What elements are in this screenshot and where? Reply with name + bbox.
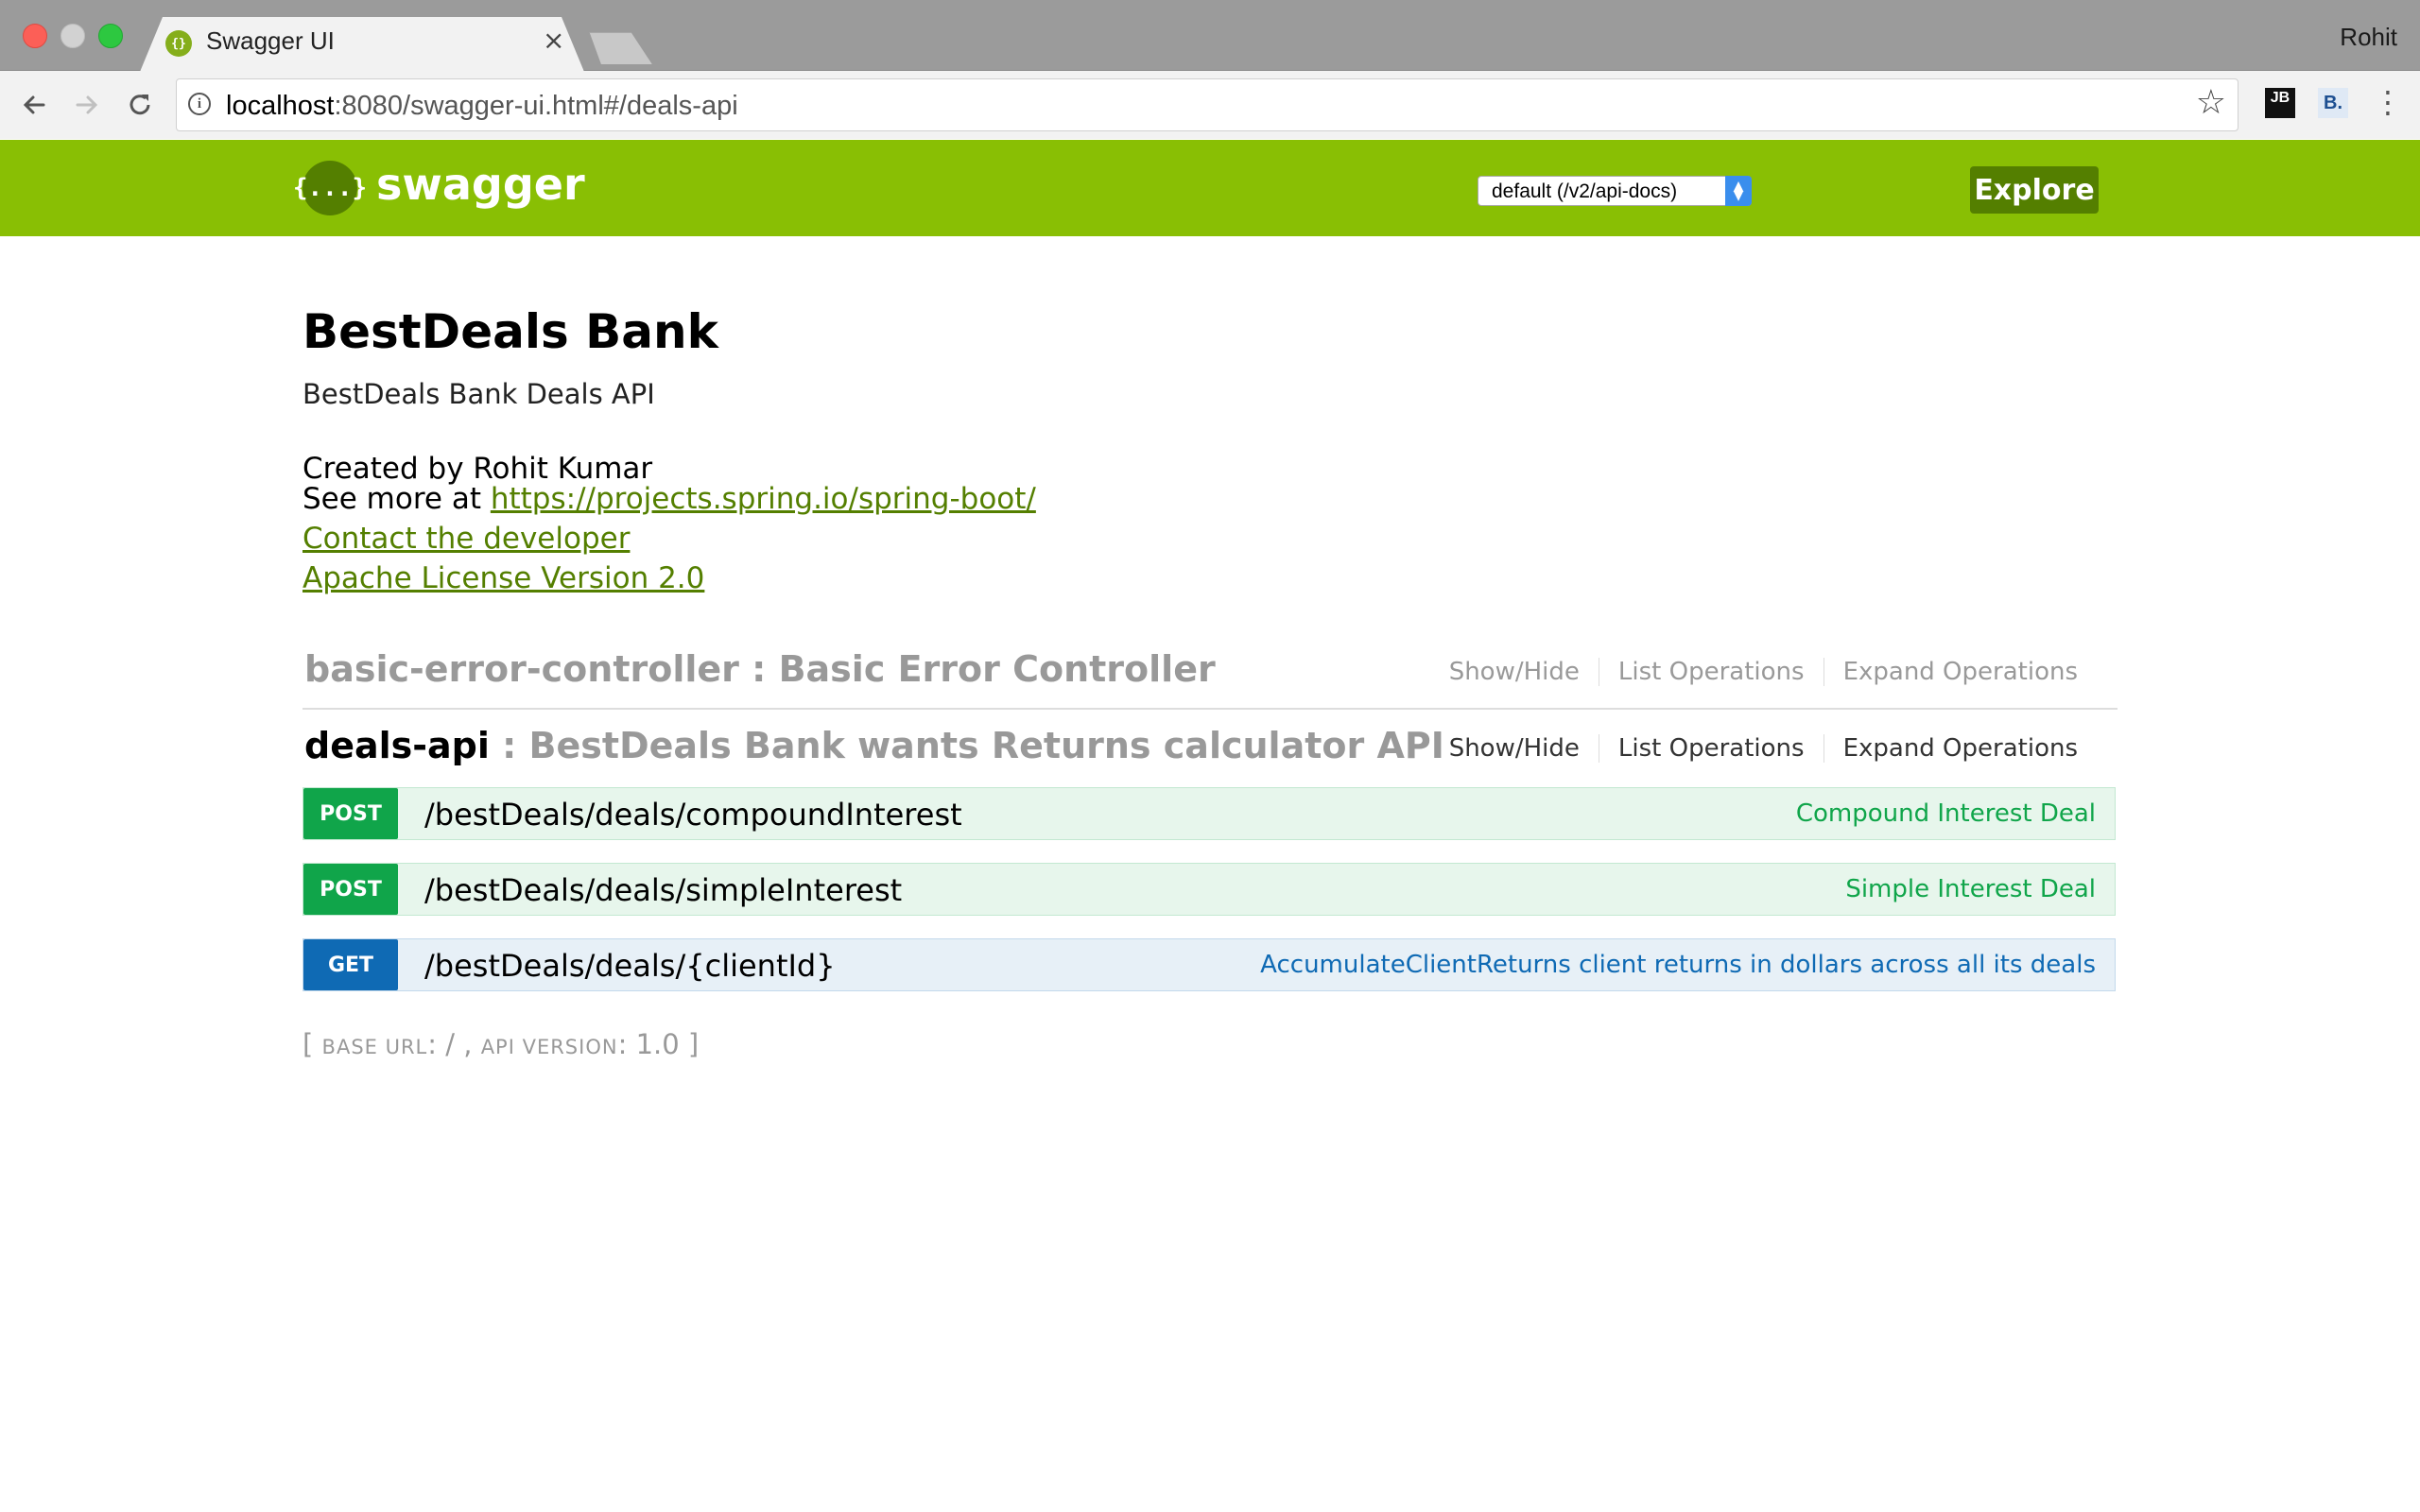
resource-deals-api: deals-api : BestDeals Bank wants Returns… (302, 725, 2118, 791)
api-version-label: API VERSION (480, 1036, 618, 1058)
menu-dots-icon[interactable]: ⋮ (2373, 84, 2403, 120)
operation-compound-interest[interactable]: POST /bestDeals/deals/compoundInterest C… (302, 787, 2116, 840)
http-method-badge[interactable]: POST (303, 864, 398, 915)
operation-simple-interest[interactable]: POST /bestDeals/deals/simpleInterest Sim… (302, 863, 2116, 916)
operation-path[interactable]: /bestDeals/deals/compoundInterest (424, 797, 962, 833)
list-operations-link[interactable]: List Operations (1598, 658, 1824, 686)
tab-close-icon[interactable]: × (543, 25, 564, 56)
operation-client-deals[interactable]: GET /bestDeals/deals/{clientId} Accumula… (302, 938, 2116, 991)
see-more-prefix: See more at (302, 482, 491, 516)
star-icon[interactable]: ☆ (2196, 83, 2226, 122)
swagger-logo-text[interactable]: swagger (376, 159, 585, 210)
swagger-favicon-icon: {} (165, 30, 192, 57)
resource-actions: Show/Hide List Operations Expand Operati… (1430, 658, 2097, 686)
browser-toolbar: i localhost:8080/swagger-ui.html#/deals-… (0, 71, 2420, 139)
url-text[interactable]: localhost:8080/swagger-ui.html#/deals-ap… (226, 91, 738, 122)
api-spec-selected: default (/v2/api-docs) (1492, 180, 1678, 202)
back-arrow-icon[interactable] (13, 84, 55, 126)
expand-operations-link[interactable]: Expand Operations (1823, 734, 2097, 763)
select-arrows-icon: ▲ ▼ (1725, 176, 1752, 206)
api-see-more: See more at https://projects.spring.io/s… (302, 482, 1036, 516)
base-url-label: BASE URL (321, 1036, 428, 1058)
resource-actions: Show/Hide List Operations Expand Operati… (1430, 734, 2097, 763)
b-extension-icon[interactable]: B. (2318, 88, 2348, 118)
explore-button[interactable]: Explore (1970, 166, 2099, 214)
api-created-by: Created by Rohit Kumar (302, 452, 653, 486)
address-bar[interactable]: i localhost:8080/swagger-ui.html#/deals-… (176, 78, 2238, 131)
api-description: BestDeals Bank Deals API (302, 378, 655, 410)
api-spec-select[interactable]: default (/v2/api-docs) ▲ ▼ (1478, 176, 1752, 206)
resource-title[interactable]: basic-error-controller : Basic Error Con… (304, 648, 1216, 690)
swagger-header: {...} swagger default (/v2/api-docs) ▲ ▼ … (0, 140, 2420, 236)
browser-titlebar: {} Swagger UI × Rohit (0, 0, 2420, 71)
license-link[interactable]: Apache License Version 2.0 (302, 561, 704, 595)
operation-summary[interactable]: AccumulateClientReturns client returns i… (1260, 951, 2096, 979)
close-window-button[interactable] (23, 24, 47, 48)
reload-icon[interactable] (119, 84, 161, 126)
resource-title[interactable]: deals-api : BestDeals Bank wants Returns… (304, 725, 1444, 766)
profile-name[interactable]: Rohit (2340, 23, 2397, 52)
operation-summary[interactable]: Compound Interest Deal (1796, 799, 2096, 828)
forward-arrow-icon[interactable] (66, 84, 108, 126)
new-tab-button[interactable] (579, 32, 654, 66)
base-url-info: [ BASE URL: / , API VERSION: 1.0 ] (302, 1028, 700, 1060)
operation-path[interactable]: /bestDeals/deals/simpleInterest (424, 872, 902, 908)
http-method-badge[interactable]: GET (303, 939, 398, 990)
tab-title: Swagger UI (206, 26, 335, 55)
minimize-window-button[interactable] (60, 24, 85, 48)
expand-operations-link[interactable]: Expand Operations (1823, 658, 2097, 686)
show-hide-link[interactable]: Show/Hide (1430, 658, 1599, 686)
operation-summary[interactable]: Simple Interest Deal (1845, 875, 2096, 903)
resource-divider (302, 708, 2118, 710)
jetbrains-extension-icon[interactable]: JB (2265, 88, 2295, 118)
list-operations-link[interactable]: List Operations (1598, 734, 1824, 763)
operation-path[interactable]: /bestDeals/deals/{clientId} (424, 948, 836, 984)
resource-basic-error-controller: basic-error-controller : Basic Error Con… (302, 648, 2118, 714)
see-more-link[interactable]: https://projects.spring.io/spring-boot/ (491, 482, 1036, 516)
maximize-window-button[interactable] (98, 24, 123, 48)
show-hide-link[interactable]: Show/Hide (1430, 734, 1599, 763)
api-title: BestDeals Bank (302, 304, 718, 359)
contact-developer-link[interactable]: Contact the developer (302, 522, 630, 556)
info-icon[interactable]: i (188, 93, 211, 115)
swagger-logo-icon[interactable]: {...} (293, 161, 367, 215)
http-method-badge[interactable]: POST (303, 788, 398, 839)
